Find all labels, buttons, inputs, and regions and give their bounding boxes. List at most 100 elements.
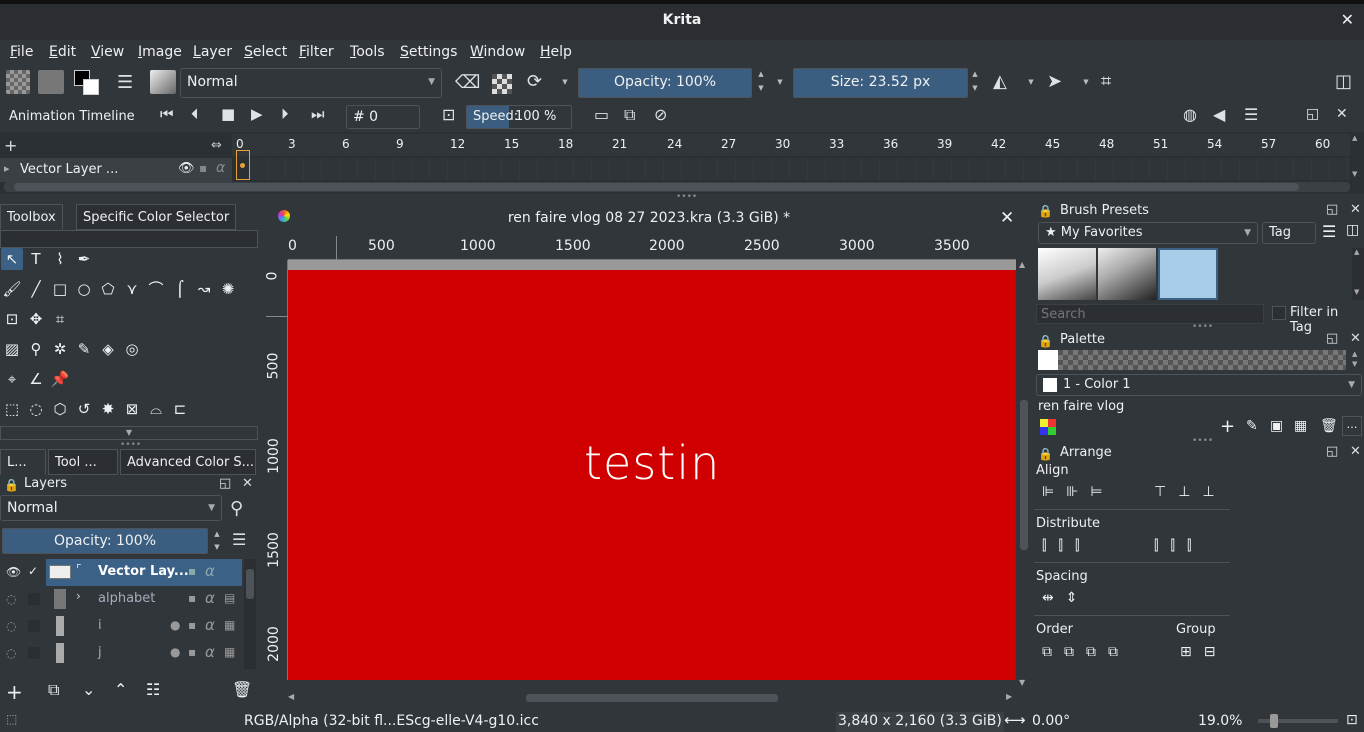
layer-options-icon[interactable]: ☰ (232, 530, 246, 549)
tab-advanced-color-selector[interactable]: Advanced Color S... (120, 449, 256, 475)
close-docker-icon[interactable]: ✕ (1336, 106, 1348, 122)
freehand-path-icon[interactable]: ⌠ (169, 278, 191, 300)
zoom-slider-handle[interactable] (1270, 714, 1278, 728)
layer-checkbox[interactable] (28, 647, 40, 659)
brush-presets-view-icon[interactable]: ◫ (1346, 222, 1359, 238)
spacing-buttons[interactable]: ⇹⇕ (1042, 590, 1089, 606)
duplicate-frame-icon[interactable]: ⧉ (624, 105, 635, 125)
timeline-vscroll[interactable]: ▲ ▼ (1352, 134, 1362, 180)
canvas-hscroll[interactable]: ◀ ▶ (288, 692, 1016, 704)
pattern-swatch[interactable] (6, 70, 30, 94)
size-spin-down[interactable]: ▼ (968, 82, 982, 95)
layer-opacity-slider[interactable]: Opacity: 100% (2, 528, 208, 554)
assistant-icon[interactable]: ✎ (73, 338, 95, 360)
pin-icon[interactable]: ⇔ (211, 138, 222, 153)
frame-grid[interactable] (250, 158, 1350, 180)
smart-patch-icon[interactable]: ✲ (49, 338, 71, 360)
size-spin-up[interactable]: ▲ (968, 68, 982, 81)
delete-layer-icon[interactable]: 🗑 (232, 680, 254, 702)
distribute-vertical-buttons[interactable]: ⫿⫿⫿ (1154, 538, 1203, 554)
menu-tools[interactable]: Tools (350, 44, 385, 60)
visibility-icon[interactable]: 👁 (178, 161, 195, 176)
align-buttons[interactable]: ⊫⊪⊨ (1042, 484, 1115, 500)
timeline-hscroll[interactable] (4, 182, 1350, 192)
window-close-icon[interactable]: ✕ (1341, 10, 1354, 29)
tab-tool-options[interactable]: Tool ... (48, 449, 118, 475)
palette-more-button[interactable]: … (1342, 416, 1362, 436)
fullscreen-icon[interactable]: ⊡ (1346, 712, 1358, 728)
edit-shapes-tool-icon[interactable]: ⌇ (49, 248, 71, 270)
layer-row[interactable]: ◌ j ● ▪ α ▦ (0, 640, 258, 667)
reference-tool-icon[interactable]: 📌 (49, 368, 71, 390)
transparency-icon[interactable]: ▦ (224, 645, 235, 659)
next-frame-icon[interactable]: ⏵ (281, 105, 289, 123)
arrange-close-icon[interactable]: ✕ (1350, 444, 1361, 459)
dynamic-brush-icon[interactable]: ↝ (193, 278, 215, 300)
assistant-tool-icon[interactable]: ⌖ (1, 368, 23, 390)
menu-file[interactable]: File (10, 44, 33, 60)
layer-blend-select[interactable]: Normal ▼ (0, 495, 222, 521)
tab-layers[interactable]: L... (0, 449, 46, 475)
alpha-icon[interactable]: α (205, 589, 215, 607)
zoom-slider[interactable] (1258, 714, 1338, 728)
passthrough-icon[interactable]: ▤ (224, 591, 235, 605)
menu-settings[interactable]: Settings (400, 44, 457, 60)
freehand-brush-icon[interactable]: 🖌 (1, 278, 23, 300)
visibility-icon[interactable]: ◌ (6, 592, 16, 606)
layers-float-icon[interactable]: ◱ (219, 476, 231, 491)
image-dimensions[interactable]: 3,840 x 2,160 (3.3 GiB) (836, 712, 1004, 732)
brush-preset-icon[interactable] (150, 70, 176, 94)
layer-row[interactable]: 👁 ✓ ⌜ Vector Lay... ▪ α (0, 559, 258, 586)
brush-presets-menu-icon[interactable]: ☰ (1322, 222, 1336, 241)
add-swatch-icon[interactable]: + (1220, 416, 1235, 437)
palette-swatches[interactable] (1038, 350, 1346, 370)
transparency-icon[interactable]: ▦ (224, 618, 235, 632)
onion-skins-icon[interactable]: ◍ (1183, 105, 1197, 124)
inherit-alpha-icon[interactable]: ● (170, 645, 180, 659)
brush-presets-float-icon[interactable]: ◱ (1326, 202, 1338, 217)
menu-view[interactable]: View (91, 44, 124, 60)
move-layer-up-icon[interactable]: ⌃ (114, 680, 136, 702)
move-tool-icon[interactable]: ✥ (25, 308, 47, 330)
opacity-spin-down[interactable]: ▼ (754, 82, 768, 95)
brush-presets-close-icon[interactable]: ✕ (1350, 202, 1361, 217)
magnetic-select-icon[interactable]: ⊏ (169, 398, 191, 420)
freehand-select-icon[interactable]: ↺ (73, 398, 95, 420)
wrap-around-icon[interactable]: ⌗ (1101, 71, 1111, 92)
palette-color-1[interactable] (1038, 350, 1058, 370)
save-palette-icon[interactable]: ▣ (1270, 418, 1283, 434)
brush-settings-icon[interactable]: ☰ (117, 72, 133, 93)
polygon-select-icon[interactable]: ⬡ (49, 398, 71, 420)
stop-icon[interactable]: ■ (221, 105, 235, 123)
color-picker-icon[interactable]: ⚲ (25, 338, 47, 360)
measure-tool-icon[interactable]: ∠ (25, 368, 47, 390)
color-swatches-icon[interactable] (74, 70, 102, 98)
blend-mode-select[interactable]: Normal ▼ (180, 68, 442, 98)
lock-icon[interactable]: ▪ (199, 161, 207, 175)
layers-scrollbar[interactable] (244, 559, 256, 669)
lock-icon[interactable]: ▪ (188, 645, 196, 659)
brush-preset-1[interactable] (1038, 248, 1096, 300)
menu-help[interactable]: Help (540, 44, 572, 60)
align-vertical-buttons[interactable]: ⊤⊥⊥ (1154, 484, 1227, 500)
polyline-tool-icon[interactable]: ⋎ (121, 278, 143, 300)
add-layer-icon[interactable]: + (4, 136, 17, 155)
layer-filter-icon[interactable]: ⚲ (230, 498, 243, 519)
first-frame-icon[interactable]: ⏮ (160, 105, 174, 123)
timeline-layer-row[interactable]: ▸ Vector Layer ... 👁 ▪ α (0, 158, 232, 182)
lock-icon[interactable]: ▪ (188, 591, 196, 605)
onion-skin-icon[interactable]: ▭ (594, 105, 609, 124)
palette-icon[interactable] (1040, 419, 1056, 435)
menu-window[interactable]: Window (470, 44, 525, 60)
move-layer-down-icon[interactable]: ⌄ (82, 680, 104, 702)
rect-select-icon[interactable]: ⬚ (1, 398, 23, 420)
ellipse-select-icon[interactable]: ◌ (25, 398, 47, 420)
zoom-value[interactable]: 19.0% (1198, 713, 1242, 729)
calligraphy-tool-icon[interactable]: ✒ (73, 248, 95, 270)
timeline-menu-icon[interactable]: ☰ (1244, 105, 1258, 124)
palette-float-icon[interactable]: ◱ (1326, 331, 1338, 346)
mirror-vertical-icon[interactable]: ➤ (1047, 71, 1062, 92)
similar-select-icon[interactable]: ⊠ (121, 398, 143, 420)
tag-button[interactable]: Tag (1262, 222, 1316, 244)
layer-checkbox[interactable] (28, 620, 40, 632)
